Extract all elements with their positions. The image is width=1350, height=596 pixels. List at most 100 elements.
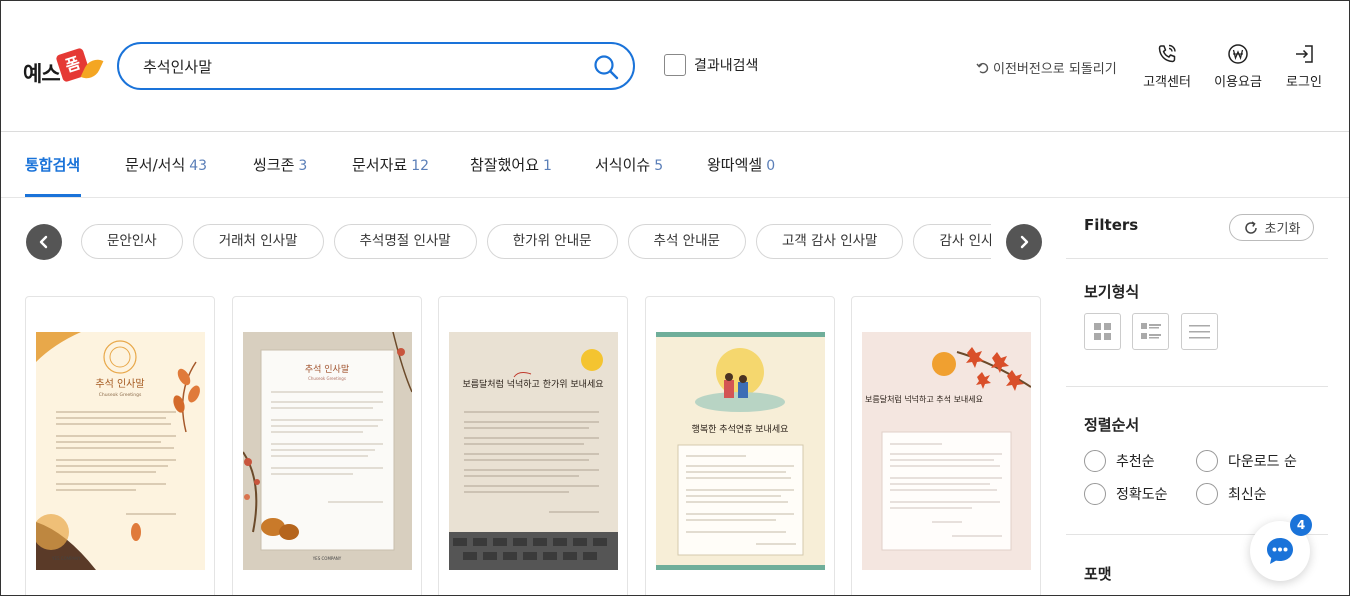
refresh-icon	[1244, 220, 1257, 234]
keyword-chip[interactable]: 추석 안내문	[627, 224, 746, 259]
search-tabs: 통합검색 문서/서식 43 씽크존 3 문서자료 12 참잘했어요 1 서식이슈 5 왕따…	[1, 132, 1349, 198]
tab-well-done[interactable]: 참잘했어요 1	[470, 154, 552, 175]
won-coin-icon	[1228, 44, 1248, 64]
revert-version-link[interactable]: 이전버전으로 되돌리기	[976, 58, 1117, 77]
login-label: 로그인	[1286, 75, 1322, 90]
keyword-chip[interactable]: 문안인사	[81, 224, 183, 259]
divider	[1066, 386, 1328, 387]
card-thumb-subtitle: Chuseok Greetings	[308, 376, 346, 381]
tab-label: 서식이슈	[595, 156, 651, 174]
result-card[interactable]: 추석 인사말 Chuseok Greetings YES COMPANY	[25, 296, 215, 595]
result-card[interactable]: 행복한 추석연휴 보내세요	[645, 296, 835, 595]
keyword-chip[interactable]: 고객 감사 인사말	[755, 224, 904, 259]
chat-bubble-icon	[1267, 538, 1293, 564]
radio-button[interactable]	[1084, 450, 1106, 472]
radio-label: 최신순	[1228, 487, 1267, 503]
radio-button[interactable]	[1196, 450, 1218, 472]
format-title: 포맷	[1084, 565, 1112, 583]
tab-count: 0	[766, 158, 776, 174]
card-thumb-subtitle: Chuseok Greetings	[99, 392, 142, 398]
tab-doc-materials[interactable]: 문서자료 12	[352, 154, 429, 175]
divider	[1066, 258, 1328, 259]
chevron-right-icon	[1020, 235, 1029, 249]
search-input[interactable]	[143, 54, 583, 78]
tab-count: 43	[189, 158, 208, 174]
pricing-label: 이용요금	[1214, 75, 1262, 90]
chips-prev-button[interactable]	[26, 224, 62, 260]
card-thumbnail: 행복한 추석연휴 보내세요	[656, 332, 825, 570]
card-thumb-title: 추석 인사말	[95, 378, 144, 390]
tab-count: 1	[543, 158, 552, 174]
radio-button[interactable]	[1084, 483, 1106, 505]
top-header: 예스 폼 결과내검색 이전버전으로 되돌리기	[1, 1, 1349, 132]
tab-documents[interactable]: 문서/서식 43	[125, 154, 207, 175]
tab-label: 문서/서식	[125, 156, 186, 174]
tab-label: 참잘했어요	[470, 156, 540, 174]
list-detail-icon	[1141, 323, 1161, 339]
card-thumbnail: 추석 인사말 Chuseok Greetings YES COMPANY	[243, 332, 412, 570]
login-link[interactable]: 로그인	[1274, 43, 1334, 90]
tab-all[interactable]: 통합검색	[25, 154, 80, 175]
keyword-chip[interactable]: 추석명절 인사말	[333, 224, 477, 259]
card-thumb-title: 추석 인사말	[305, 363, 349, 375]
customer-center-link[interactable]: 고객센터	[1137, 43, 1197, 90]
card-thumbnail: 추석 인사말 Chuseok Greetings YES COMPANY	[36, 332, 205, 570]
card-thumb-title: 보름달처럼 넉넉하고 추석 보내세요	[865, 394, 983, 404]
card-thumb-title: 보름달처럼 넉넉하고 한가위 보내세요	[462, 378, 603, 390]
reset-filters-button[interactable]: 초기화	[1229, 214, 1314, 241]
sort-latest[interactable]: 최신순	[1196, 483, 1267, 505]
tab-label: 통합검색	[25, 156, 81, 174]
grid-icon	[1094, 323, 1111, 340]
customer-center-label: 고객센터	[1143, 75, 1191, 90]
radio-label: 다운로드 순	[1228, 454, 1297, 470]
list-icon	[1189, 325, 1210, 339]
active-tab-indicator	[25, 194, 81, 197]
search-within-label: 결과내검색	[694, 58, 759, 74]
reset-label: 초기화	[1264, 222, 1301, 237]
sort-recommended[interactable]: 추천순	[1084, 450, 1155, 472]
tab-thinkzone[interactable]: 씽크존 3	[253, 154, 307, 175]
radio-label: 추천순	[1116, 454, 1155, 470]
view-list-button[interactable]	[1181, 313, 1218, 350]
site-logo[interactable]: 예스 폼	[23, 47, 104, 89]
result-card[interactable]: 보름달처럼 넉넉하고 한가위 보내세요	[438, 296, 628, 595]
chips-next-button[interactable]	[1006, 224, 1042, 260]
related-keywords: 문안인사 거래처 인사말 추석명절 인사말 한가위 안내문 추석 안내문 고객 …	[81, 224, 991, 260]
sort-order-title: 정렬순서	[1084, 416, 1140, 434]
search-box	[117, 42, 635, 90]
tab-count: 12	[411, 158, 430, 174]
sort-accuracy[interactable]: 정확도순	[1084, 483, 1168, 505]
keyword-chip[interactable]: 감사 인사 카드	[913, 224, 991, 259]
tab-excel[interactable]: 왕따엑셀 0	[707, 154, 775, 175]
search-button[interactable]	[593, 54, 619, 80]
view-detail-list-button[interactable]	[1132, 313, 1169, 350]
tab-form-issue[interactable]: 서식이슈 5	[595, 154, 663, 175]
radio-label: 정확도순	[1116, 487, 1168, 503]
tab-label: 문서자료	[352, 156, 408, 174]
app-frame: 예스 폼 결과내검색 이전버전으로 되돌리기	[0, 0, 1350, 596]
chat-notification-badge: 4	[1290, 514, 1312, 536]
pricing-link[interactable]: 이용요금	[1208, 43, 1268, 90]
filters-title: Filters	[1084, 216, 1139, 234]
view-grid-button[interactable]	[1084, 313, 1121, 350]
undo-icon	[976, 62, 989, 74]
keyword-chip[interactable]: 한가위 안내문	[486, 224, 618, 259]
login-icon	[1296, 45, 1313, 63]
keyword-chip[interactable]: 거래처 인사말	[192, 224, 324, 259]
search-within-results[interactable]: 결과내검색	[664, 54, 758, 76]
result-card[interactable]: 추석 인사말 Chuseok Greetings YES COMPANY	[232, 296, 422, 595]
card-thumb-footer: YES COMPANY	[312, 556, 342, 561]
card-thumb-footer: YES COMPANY	[51, 556, 81, 561]
tab-label: 왕따엑셀	[707, 156, 763, 174]
logo-text: 예스	[23, 62, 61, 86]
phone-icon	[1158, 44, 1176, 63]
view-format-title: 보기형식	[1084, 283, 1140, 301]
revert-label: 이전버전으로 되돌리기	[993, 62, 1117, 77]
result-card[interactable]: 보름달처럼 넉넉하고 추석 보내세요	[851, 296, 1041, 595]
chevron-left-icon	[39, 235, 48, 249]
sort-downloads[interactable]: 다운로드 순	[1196, 450, 1297, 472]
tab-label: 씽크존	[253, 156, 295, 174]
search-within-checkbox[interactable]	[664, 54, 686, 76]
card-thumb-title: 행복한 추석연휴 보내세요	[692, 423, 789, 435]
radio-button[interactable]	[1196, 483, 1218, 505]
